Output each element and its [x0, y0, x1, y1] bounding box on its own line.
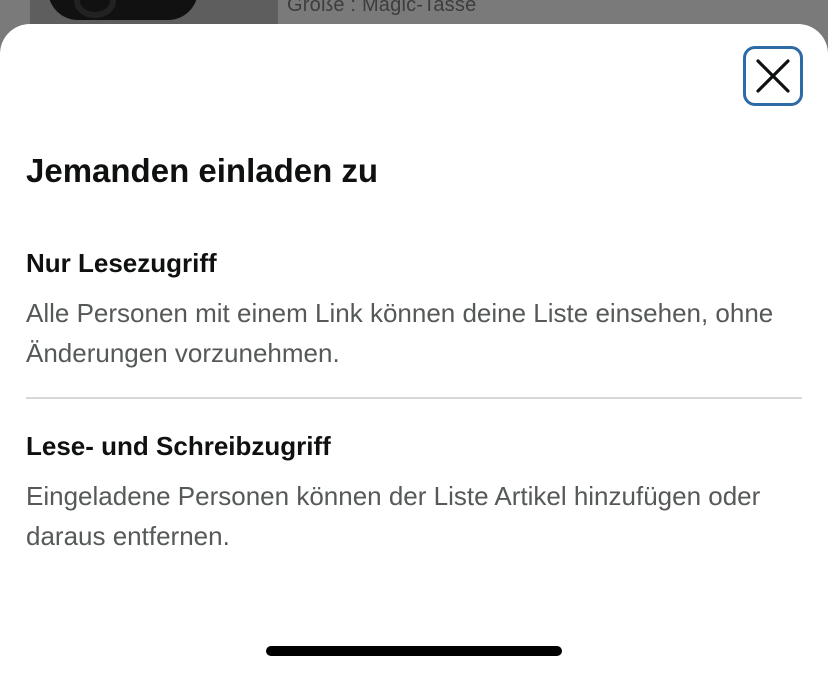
- product-size-text: Größe : Magic-Tasse: [287, 0, 477, 16]
- option-title: Lese- und Schreibzugriff: [26, 431, 331, 461]
- close-button[interactable]: [743, 46, 803, 106]
- invite-bottom-sheet: Jemanden einladen zu Nur Lesezugriff All…: [0, 24, 828, 696]
- close-icon: [756, 59, 790, 93]
- option-title: Nur Lesezugriff: [26, 248, 217, 278]
- divider: [26, 397, 802, 399]
- option-read-write[interactable]: Lese- und Schreibzugriff Eingeladene Per…: [26, 429, 806, 556]
- option-description: Alle Personen mit einem Link können dein…: [26, 298, 774, 368]
- option-read-only[interactable]: Nur Lesezugriff Alle Personen mit einem …: [26, 246, 806, 373]
- sheet-title: Jemanden einladen zu: [26, 152, 379, 189]
- mug-image: [48, 0, 198, 20]
- home-indicator[interactable]: [266, 646, 562, 656]
- option-description: Eingeladene Personen können der Liste Ar…: [26, 481, 761, 551]
